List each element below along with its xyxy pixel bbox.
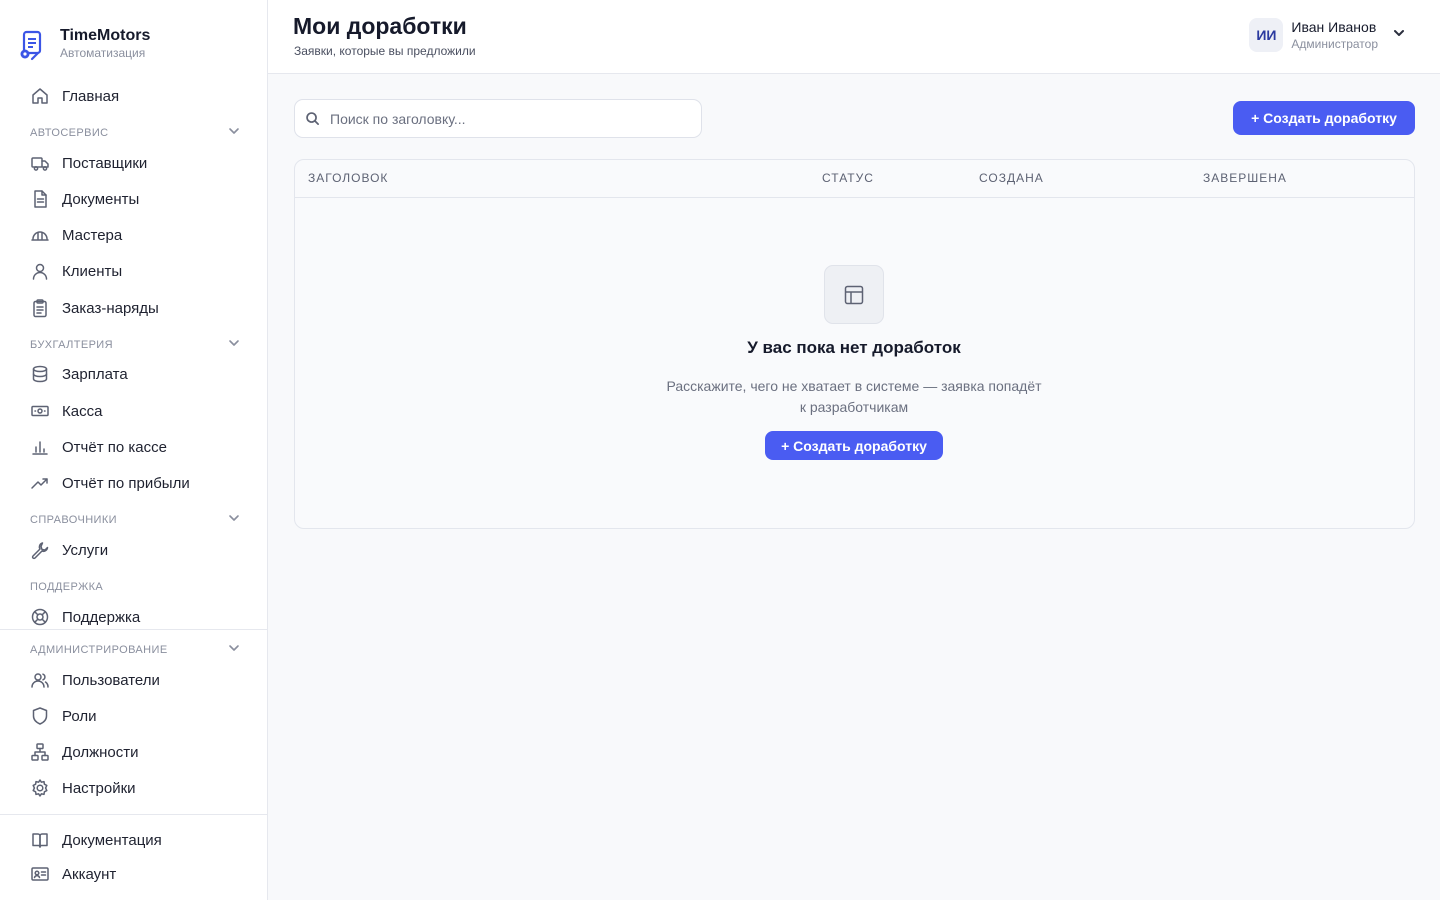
sidebar-item-label: Роли: [62, 707, 97, 725]
sidebar-item-label: Мастера: [62, 226, 123, 244]
sidebar-item-label: Должности: [62, 743, 139, 761]
sidebar-item-label: Пользователи: [62, 671, 160, 689]
sidebar-item-label: Клиенты: [62, 262, 123, 280]
sidebar-item-cash[interactable]: Касса: [30, 399, 250, 423]
sidebar-item-clients[interactable]: Клиенты: [30, 259, 250, 283]
sidebar-item-label: Аккаунт: [62, 865, 117, 883]
section-admin[interactable]: АДМИНИСТРИРОВАНИЕ: [30, 642, 240, 658]
sidebar-item-label: Документы: [62, 190, 140, 208]
gear-icon: [30, 778, 50, 798]
truck-icon: [30, 153, 50, 173]
brand-name: TimeMotors: [60, 27, 151, 44]
empty-state-title: У вас пока нет доработок: [747, 338, 961, 357]
chevron-down-icon: [228, 124, 240, 142]
sidebar-item-suppliers[interactable]: Поставщики: [30, 151, 250, 175]
create-request-button[interactable]: + Создать доработку: [1233, 101, 1415, 135]
avatar: ИИ: [1249, 18, 1284, 52]
search-box[interactable]: [294, 99, 702, 138]
shield-icon: [30, 706, 50, 726]
sidebar-item-label: Настройки: [62, 779, 136, 797]
home-icon: [30, 86, 50, 106]
sidebar-item-roles[interactable]: Роли: [30, 704, 250, 728]
logo-icon: [20, 30, 42, 61]
wrench-icon: [30, 540, 50, 560]
sidebar-item-profit-report[interactable]: Отчёт по прибыли: [30, 471, 250, 495]
section-title: ПОДДЕРЖКА: [30, 581, 104, 593]
sidebar-item-masters[interactable]: Мастера: [30, 223, 250, 247]
sidebar-item-settings[interactable]: Настройки: [30, 776, 250, 800]
search-input[interactable]: [330, 110, 670, 127]
table-header: ЗАГОЛОВОК СТАТУС СОЗДАНА ЗАВЕРШЕНА: [295, 160, 1414, 198]
user-name: Иван Иванов: [1291, 18, 1377, 35]
user-menu[interactable]: ИИ Иван Иванов Администратор: [1249, 18, 1406, 52]
column-header-created[interactable]: СОЗДАНА: [979, 171, 1044, 185]
sidebar-item-label: Отчёт по кассе: [62, 438, 167, 456]
helmet-icon: [30, 225, 50, 245]
page-title: Мои доработки: [293, 13, 467, 39]
trending-up-icon: [30, 473, 50, 493]
sidebar-item-label: Главная: [62, 87, 120, 105]
sidebar-item-label: Касса: [62, 402, 103, 420]
sidebar-item-account[interactable]: Аккаунт: [30, 862, 250, 886]
section-accounting[interactable]: БУХГАЛТЕРИЯ: [30, 337, 240, 353]
section-references[interactable]: СПРАВОЧНИКИ: [30, 512, 240, 528]
column-header-status[interactable]: СТАТУС: [822, 171, 874, 185]
page-subtitle: Заявки, которые вы предложили: [294, 44, 476, 58]
sidebar-item-label: Зарплата: [62, 365, 128, 383]
brand[interactable]: TimeMotors Автоматизация: [18, 27, 150, 61]
bar-chart-icon: [30, 437, 50, 457]
section-support: ПОДДЕРЖКА: [30, 579, 240, 595]
section-title: АВТОСЕРВИС: [30, 127, 109, 139]
sidebar-item-support[interactable]: Поддержка: [30, 605, 250, 629]
org-chart-icon: [30, 742, 50, 762]
book-icon: [30, 830, 50, 850]
sidebar-divider: [0, 629, 267, 630]
sidebar-item-documents[interactable]: Документы: [30, 187, 250, 211]
sidebar-item-label: Заказ-наряды: [62, 299, 159, 317]
sidebar-item-work-orders[interactable]: Заказ-наряды: [30, 296, 250, 320]
page-header: Мои доработки Заявки, которые вы предлож…: [268, 0, 1440, 74]
user-role: Администратор: [1291, 36, 1378, 51]
database-icon: [30, 364, 50, 384]
chevron-down-icon: [228, 511, 240, 529]
chevron-down-icon: [228, 336, 240, 354]
section-title: БУХГАЛТЕРИЯ: [30, 339, 113, 351]
sidebar-item-services[interactable]: Услуги: [30, 538, 250, 562]
column-header-completed[interactable]: ЗАВЕРШЕНА: [1203, 171, 1287, 185]
sidebar-divider: [0, 814, 267, 815]
section-title: СПРАВОЧНИКИ: [30, 514, 117, 526]
sidebar-item-label: Документация: [62, 831, 162, 849]
banknote-icon: [30, 401, 50, 421]
section-autoservice[interactable]: АВТОСЕРВИС: [30, 125, 240, 141]
create-request-empty-button[interactable]: + Создать доработку: [765, 431, 943, 460]
chevron-down-icon: [228, 641, 240, 659]
users-icon: [30, 670, 50, 690]
user-icon: [30, 261, 50, 281]
empty-state-text: Расскажите, чего не хватает в системе — …: [666, 378, 1042, 415]
sidebar: TimeMotors Автоматизация Главная АВТОСЕР…: [0, 0, 268, 900]
brand-subtitle: Автоматизация: [60, 46, 146, 60]
sidebar-item-users[interactable]: Пользователи: [30, 668, 250, 692]
section-title: АДМИНИСТРИРОВАНИЕ: [30, 644, 168, 656]
sidebar-item-documentation[interactable]: Документация: [30, 828, 250, 852]
column-header-title[interactable]: ЗАГОЛОВОК: [308, 171, 388, 185]
document-icon: [30, 189, 50, 209]
sidebar-item-positions[interactable]: Должности: [30, 740, 250, 764]
chevron-down-icon: [1392, 26, 1406, 45]
lifebuoy-icon: [30, 607, 50, 627]
sidebar-item-label: Отчёт по прибыли: [62, 474, 190, 492]
sidebar-item-label: Услуги: [62, 541, 109, 559]
search-icon: [306, 112, 319, 125]
clipboard-icon: [30, 298, 50, 318]
sidebar-item-home[interactable]: Главная: [30, 84, 250, 108]
sidebar-item-label: Поддержка: [62, 608, 141, 626]
sidebar-item-salary[interactable]: Зарплата: [30, 362, 250, 386]
layout-icon: [824, 265, 884, 324]
sidebar-item-label: Поставщики: [62, 154, 148, 172]
sidebar-item-cash-report[interactable]: Отчёт по кассе: [30, 435, 250, 459]
id-card-icon: [30, 864, 50, 884]
